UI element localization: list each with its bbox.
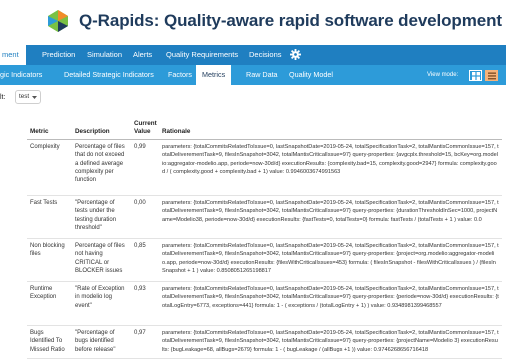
metric-description: "Rate of Exception in modelio log event": [72, 281, 131, 326]
primary-nav: ment Prediction Simulation Alerts Qualit…: [0, 45, 506, 65]
filter-selected-value: test: [19, 93, 30, 100]
chevron-down-icon: [32, 96, 37, 99]
metric-name: Bugs Identified To Missed Ratio: [27, 325, 72, 359]
nav-item-alerts[interactable]: Alerts: [133, 45, 152, 65]
view-mode-label: View mode:: [427, 72, 459, 78]
filter-select[interactable]: test: [15, 90, 41, 104]
metric-value: 0,00: [131, 195, 159, 239]
tab-quality-model[interactable]: Quality Model: [289, 65, 333, 85]
secondary-nav: gic Indicators Detailed Strategic Indica…: [0, 65, 506, 85]
metric-value: 0,93: [131, 281, 159, 326]
metric-rationale: parameters: {totalCommitsRelatedToIssue=…: [159, 238, 502, 282]
metric-rationale: parameters: {totalCommitsRelatedToIssue=…: [159, 195, 502, 239]
tab-raw-data[interactable]: Raw Data: [246, 65, 278, 85]
filter-label: lt:: [0, 94, 6, 101]
nav-item-quality-requirements[interactable]: Quality Requirements: [166, 45, 238, 65]
metrics-table: Metric Description Current Value Rationa…: [27, 120, 502, 359]
metric-rationale: parameters: {totalCommitsRelatedToIssue=…: [159, 139, 502, 196]
tab-detailed-strategic-indicators[interactable]: Detailed Strategic Indicators: [64, 65, 154, 85]
nav-item-assessment[interactable]: ment: [0, 45, 26, 65]
metric-description: Percentage of files that do not exceed a…: [72, 139, 131, 196]
metric-value: 0,97: [131, 325, 159, 359]
column-header-description[interactable]: Description: [72, 120, 131, 140]
table-row: Non blocking files Percentage of files n…: [27, 238, 502, 282]
table-row: Runtime Exception "Rate of Exception in …: [27, 281, 502, 326]
metric-description: "Percentage of bugs identified before re…: [72, 325, 131, 359]
table-row: Complexity Percentage of files that do n…: [27, 139, 502, 196]
tab-factors[interactable]: Factors: [168, 65, 192, 85]
table-row: Fast Tests "Percentage of tests under th…: [27, 195, 502, 239]
list-view-button[interactable]: [485, 70, 498, 81]
q-rapids-logo-icon: [48, 10, 68, 32]
column-header-current-value[interactable]: Current Value: [131, 120, 159, 140]
metric-name: Non blocking files: [27, 238, 72, 282]
metric-rationale: parameters: {totalCommitsRelatedToIssue=…: [159, 325, 502, 359]
nav-item-decisions[interactable]: Decisions: [249, 45, 282, 65]
table-header-row: Metric Description Current Value Rationa…: [27, 120, 502, 140]
column-header-rationale[interactable]: Rationale: [159, 120, 502, 140]
metric-name: Fast Tests: [27, 195, 72, 239]
metric-rationale: parameters: {totalCommitsRelatedToIssue=…: [159, 281, 502, 326]
metric-name: Complexity: [27, 139, 72, 196]
metric-name: Runtime Exception: [27, 281, 72, 326]
grid-view-icon: [472, 72, 480, 80]
app-header: Q-Rapids: Quality-aware rapid software d…: [0, 0, 506, 44]
nav-item-prediction[interactable]: Prediction: [42, 45, 75, 65]
metric-description: Percentage of files not having CRITICAL …: [72, 238, 131, 282]
tab-metrics[interactable]: Metrics: [196, 65, 232, 85]
metric-value: 0,85: [131, 238, 159, 282]
grid-view-button[interactable]: [469, 70, 482, 81]
metric-description: "Percentage of tests under the testing d…: [72, 195, 131, 239]
tab-strategic-indicators[interactable]: gic Indicators: [0, 65, 42, 85]
metric-value: 0,99: [131, 139, 159, 196]
app-title: Q-Rapids: Quality-aware rapid software d…: [79, 11, 502, 30]
nav-item-simulation[interactable]: Simulation: [87, 45, 122, 65]
column-header-metric[interactable]: Metric: [27, 120, 72, 140]
gear-icon[interactable]: [290, 49, 301, 60]
list-view-icon: [488, 72, 496, 80]
table-row: Bugs Identified To Missed Ratio "Percent…: [27, 325, 502, 359]
